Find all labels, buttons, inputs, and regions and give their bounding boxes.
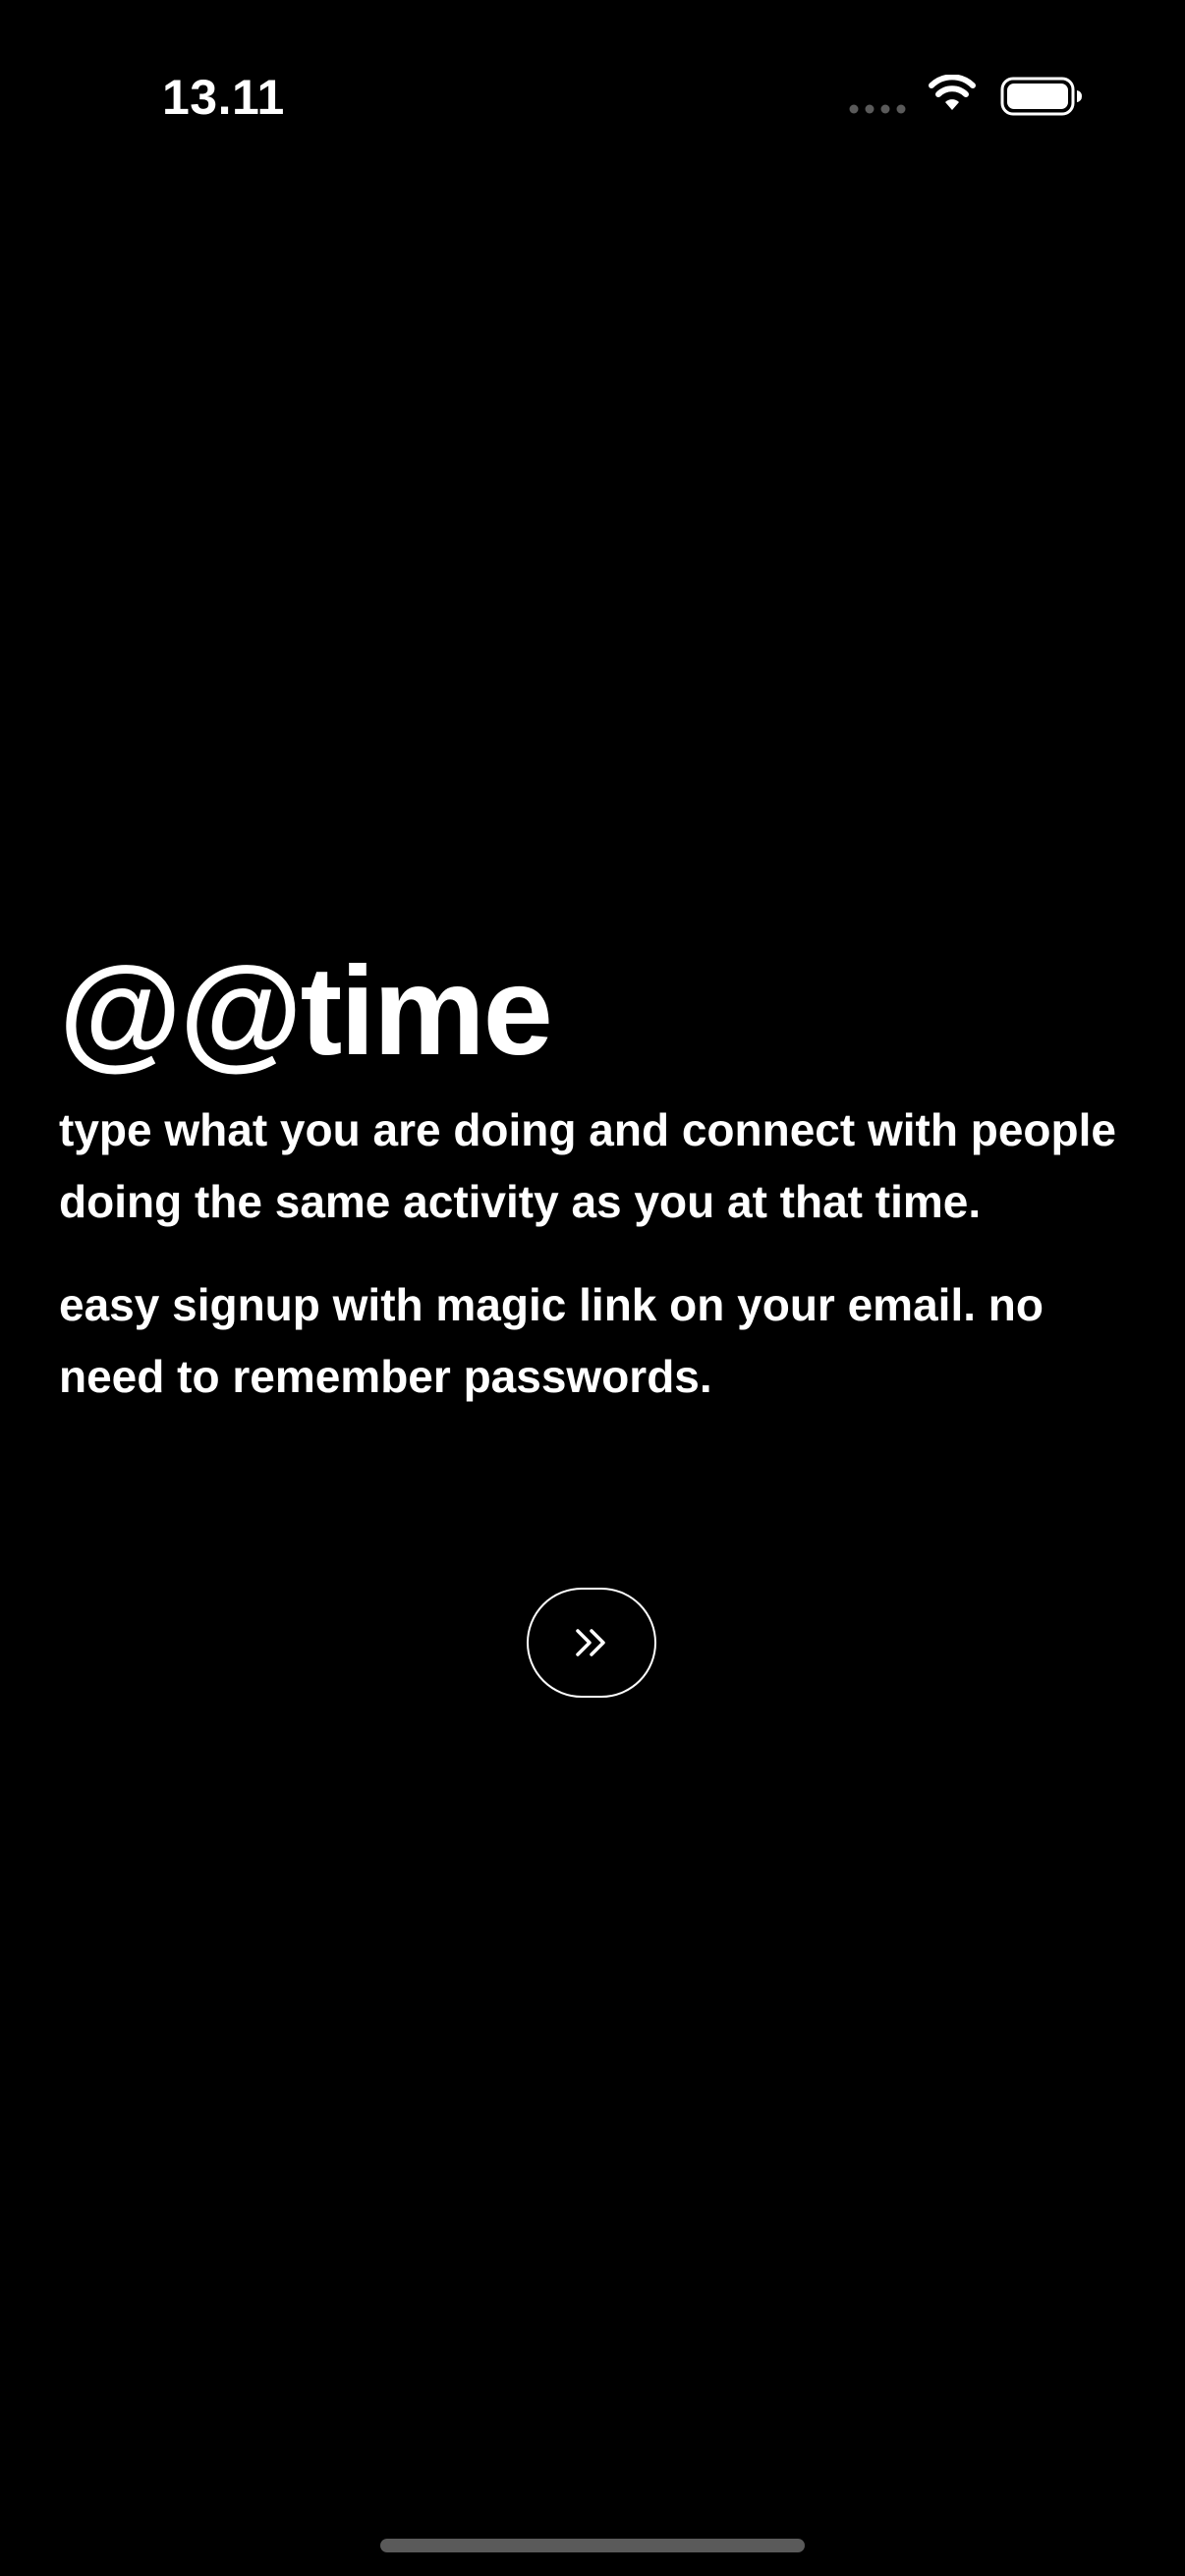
battery-icon bbox=[1000, 77, 1082, 116]
status-bar: 13.11 bbox=[0, 0, 1185, 196]
chevrons-right-icon bbox=[576, 1629, 605, 1656]
intro-content: @@time type what you are doing and conne… bbox=[59, 943, 1130, 1413]
next-button[interactable] bbox=[527, 1588, 656, 1698]
description-signup: easy signup with magic link on your emai… bbox=[59, 1279, 1044, 1402]
app-title: @@time bbox=[59, 941, 553, 1082]
description-activity: type what you are doing and connect with… bbox=[59, 1104, 1116, 1227]
status-time: 13.11 bbox=[162, 70, 285, 125]
home-indicator[interactable] bbox=[380, 2539, 805, 2552]
signal-dots-icon bbox=[849, 104, 906, 114]
wifi-icon bbox=[929, 75, 976, 110]
